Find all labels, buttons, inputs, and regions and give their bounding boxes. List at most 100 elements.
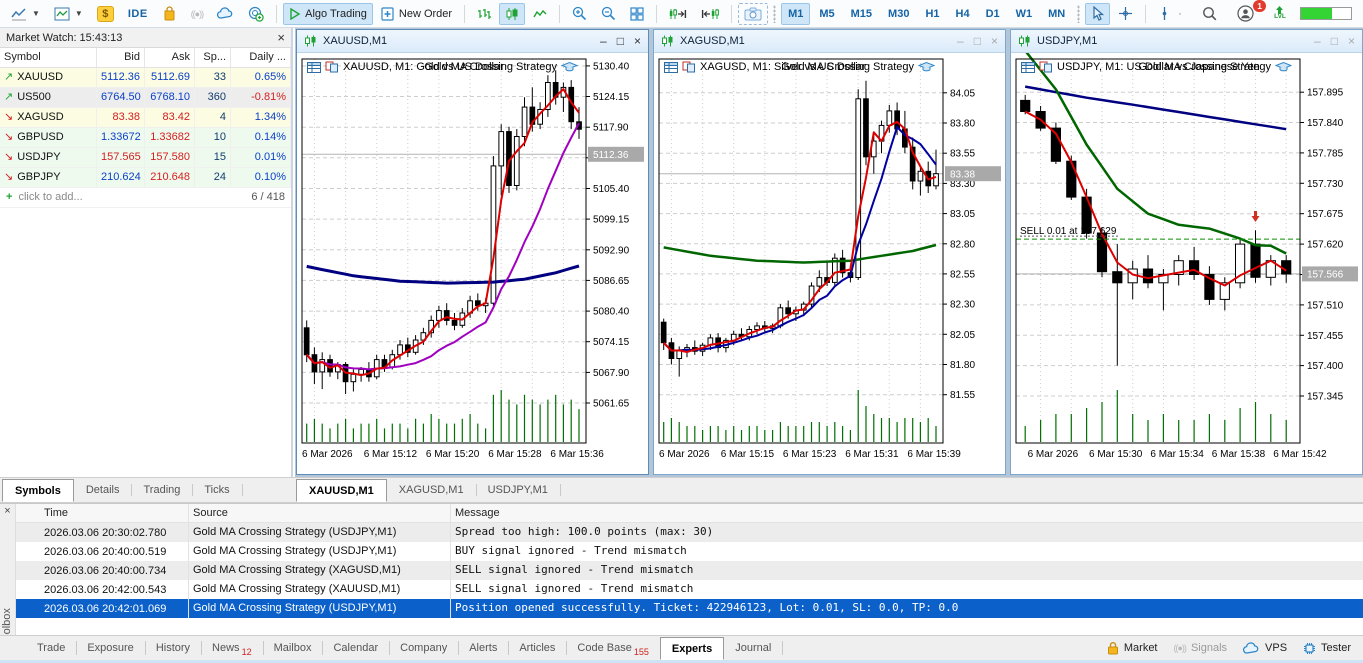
daily-cell: 0.01% <box>231 148 291 167</box>
search-button[interactable] <box>1196 3 1223 25</box>
bottom-tab-history[interactable]: History <box>145 636 203 660</box>
add-symbol-icon[interactable]: + <box>6 188 12 207</box>
close-icon[interactable]: × <box>277 30 285 45</box>
vps-cloud-button[interactable] <box>211 3 240 25</box>
screenshot-button[interactable] <box>738 2 769 25</box>
maximize-icon[interactable]: □ <box>974 34 981 48</box>
log-row[interactable]: 2026.03.06 20:40:00.734 Gold MA Crossing … <box>16 561 1363 580</box>
market-watch-row-xauusd[interactable]: ↗ XAUUSD 5112.36 5112.69 33 0.65% <box>0 68 291 88</box>
bottom-tab-trade[interactable]: Trade <box>26 636 78 660</box>
candles-mode-button[interactable] <box>499 2 526 25</box>
chart-window-xagusd-m1: XAGUSD,M1– □ × 84.05 83.80 83.55 83.30 83.05 82.… <box>653 29 1006 475</box>
cursor-button[interactable] <box>1085 2 1111 25</box>
bottom-tab-code-base[interactable]: Code Base 155 <box>566 636 661 660</box>
bottom-tab-company[interactable]: Company <box>389 636 460 660</box>
status-tester[interactable]: Tester <box>1303 642 1351 655</box>
maximize-icon[interactable]: □ <box>617 34 624 48</box>
timeframe-m15[interactable]: M15 <box>844 3 879 25</box>
bottom-tab-experts[interactable]: Experts <box>659 637 725 660</box>
log-row[interactable]: 2026.03.06 20:40:00.519 Gold MA Crossing … <box>16 542 1363 561</box>
chart-body: SELL 0.01 at 157.629 157.895 157.840 157.78… <box>1011 53 1362 474</box>
new-order-button[interactable]: New Order <box>375 3 458 25</box>
svg-text:157.345: 157.345 <box>1307 392 1344 403</box>
auto-scroll-button[interactable] <box>663 3 693 25</box>
tab-symbols[interactable]: Symbols <box>2 479 74 502</box>
timeframe-h1[interactable]: H1 <box>918 3 946 25</box>
zoom-out-button[interactable] <box>595 3 622 25</box>
new-chart-button[interactable]: ▼ <box>5 3 46 25</box>
market-watch-row-usdjpy[interactable]: ↘ USDJPY 157.565 157.580 15 0.01% <box>0 148 291 168</box>
timeframe-m5[interactable]: M5 <box>812 3 841 25</box>
tab-trading[interactable]: Trading <box>131 478 194 502</box>
signals-button[interactable]: ((●)) <box>185 3 209 25</box>
bottom-tab-alerts[interactable]: Alerts <box>458 636 510 660</box>
lvl-indicator[interactable]: LVL <box>1268 3 1292 25</box>
chart-tab-usdjpy-m1[interactable]: USDJPY,M1 <box>476 478 561 502</box>
crosshair-button[interactable] <box>1112 3 1139 25</box>
market-watch-row-xagusd[interactable]: ↘ XAGUSD 83.38 83.42 4 1.34% <box>0 108 291 128</box>
bottom-tab-news[interactable]: News 12 <box>201 636 264 660</box>
status-market[interactable]: Market <box>1107 641 1158 655</box>
log-row[interactable]: 2026.03.06 20:42:01.069 Gold MA Crossing … <box>16 599 1363 618</box>
indicators-button[interactable]: ▼ <box>48 3 89 25</box>
timeframe-h4[interactable]: H4 <box>949 3 977 25</box>
spread-cell: 15 <box>195 148 231 167</box>
log-row[interactable]: 2026.03.06 20:42:00.543 Gold MA Crossing … <box>16 580 1363 599</box>
market-watch-row-gbpusd[interactable]: ↘ GBPUSD 1.33672 1.33682 10 0.14% <box>0 128 291 148</box>
close-icon[interactable]: × <box>634 34 641 48</box>
algo-trading-button[interactable]: Algo Trading <box>283 2 373 25</box>
vline-tool-button[interactable] <box>1152 3 1176 25</box>
minimize-icon[interactable]: – <box>600 34 607 48</box>
bottom-tab-calendar[interactable]: Calendar <box>322 636 391 660</box>
market-watch-header: Symbol Bid Ask Sp... Daily ... <box>0 48 291 68</box>
add-symbol-label[interactable]: click to add... <box>18 188 82 207</box>
user-button[interactable]: 1 <box>1231 0 1266 25</box>
column-header-ask: Ask <box>145 48 195 67</box>
minimize-icon[interactable]: – <box>1314 34 1321 48</box>
bottom-tab-articles[interactable]: Articles <box>508 636 568 660</box>
bottom-tab-exposure[interactable]: Exposure <box>76 636 146 660</box>
tab-details[interactable]: Details <box>74 478 133 502</box>
column-header-source: Source <box>188 504 450 522</box>
tab-ticks[interactable]: Ticks <box>192 478 243 502</box>
chart-canvas[interactable]: 5130.405124.155117.905111.655105.405099.… <box>297 53 648 474</box>
tile-windows-button[interactable] <box>624 3 650 25</box>
timeframe-m30[interactable]: M30 <box>881 3 916 25</box>
chart-canvas[interactable]: 84.0583.8083.5583.3083.0582.8082.5582.30… <box>654 53 1005 474</box>
timeframe-m1[interactable]: M1 <box>781 2 811 25</box>
market-watch-row-us500[interactable]: ↗ US500 6764.50 6768.10 360 -0.81% <box>0 88 291 108</box>
chart-tab-xauusd-m1[interactable]: XAUUSD,M1 <box>296 479 387 502</box>
market-button[interactable] <box>156 3 183 25</box>
log-source-cell: Gold MA Crossing Strategy (XAUUSD,M1) <box>188 580 450 599</box>
minimize-icon[interactable]: – <box>957 34 964 48</box>
chart-shift-button[interactable] <box>695 3 725 25</box>
chart-window-titlebar[interactable]: USDJPY,M1 – □ × <box>1011 30 1362 53</box>
market-watch-panel: Market Watch: 15:43:13 × Symbol Bid Ask Sp.… <box>0 28 293 477</box>
maximize-icon[interactable]: □ <box>1331 34 1338 48</box>
close-icon[interactable]: × <box>0 504 15 518</box>
zoom-in-button[interactable] <box>566 3 593 25</box>
ask-cell: 210.648 <box>145 168 195 187</box>
community-button[interactable] <box>242 3 270 25</box>
status-vps[interactable]: VPS <box>1243 641 1287 655</box>
market-watch-row-gbpjpy[interactable]: ↘ GBPJPY 210.624 210.648 24 0.10% <box>0 168 291 188</box>
bars-mode-button[interactable] <box>471 3 497 25</box>
log-row[interactable]: 2026.03.06 20:30:02.780 Gold MA Crossing … <box>16 523 1363 542</box>
chart-window-titlebar[interactable]: XAUUSD,M1 – □ × <box>297 30 648 53</box>
close-icon[interactable]: × <box>1348 34 1355 48</box>
timeframe-w1[interactable]: W1 <box>1009 3 1040 25</box>
symbols-button[interactable]: $ <box>91 3 120 25</box>
metaeditor-button[interactable]: IDE <box>122 3 154 25</box>
chart-tab-xagusd-m1[interactable]: XAGUSD,M1 <box>387 478 477 502</box>
chart-window-titlebar[interactable]: XAGUSD,M1 – □ × <box>654 30 1005 53</box>
chart-canvas[interactable]: SELL 0.01 at 157.629 157.895 157.840 157.78… <box>1011 53 1362 474</box>
time-axis: 6 Mar 2026 6 Mar 15:30 6 Mar 15:34 6 Mar 15… <box>1028 449 1327 460</box>
svg-text:157.510: 157.510 <box>1307 300 1344 311</box>
timeframe-d1[interactable]: D1 <box>979 3 1007 25</box>
bottom-tab-journal[interactable]: Journal <box>724 636 784 660</box>
bottom-tab-mailbox[interactable]: Mailbox <box>263 636 324 660</box>
timeframe-mn[interactable]: MN <box>1041 3 1072 25</box>
line-mode-button[interactable] <box>527 3 553 25</box>
close-icon[interactable]: × <box>991 34 998 48</box>
status-signals[interactable]: ((●)) Signals <box>1174 642 1228 654</box>
